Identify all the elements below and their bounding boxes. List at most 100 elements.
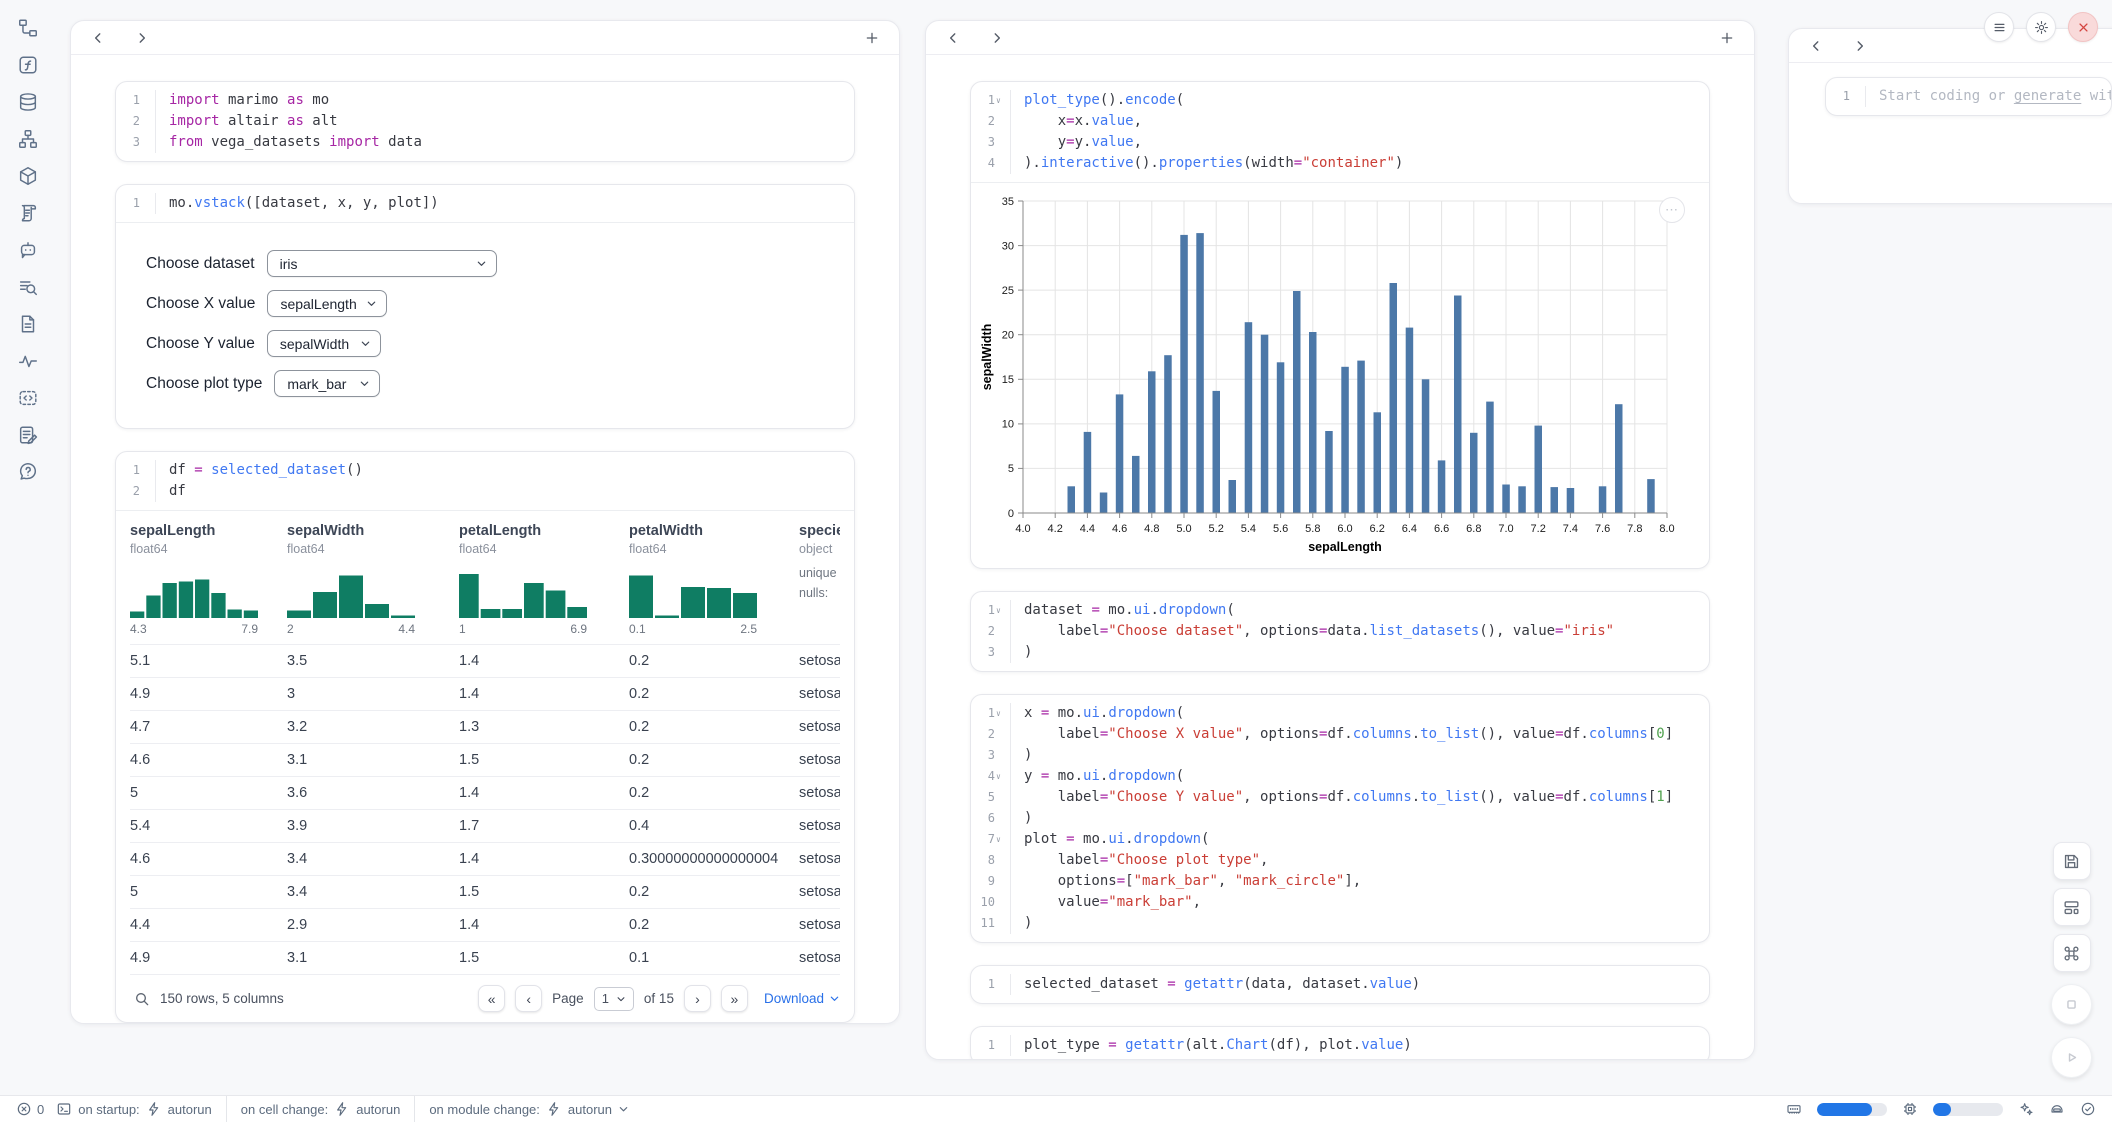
page-select[interactable]: 1	[594, 987, 634, 1011]
download-button[interactable]: Download	[764, 991, 840, 1006]
column-header-sepalwidth[interactable]: sepalWidthfloat6424.4	[287, 523, 459, 636]
chatbot-icon[interactable]	[16, 238, 40, 262]
selected-dataset-cell[interactable]: 1selected_dataset = getattr(data, datase…	[970, 965, 1710, 1004]
table-summary: 150 rows, 5 columns	[160, 991, 284, 1006]
table-row[interactable]: 5.13.51.40.2setosa	[130, 644, 840, 677]
ai-sparkles-icon[interactable]	[2018, 1101, 2034, 1117]
column-header-petalwidth[interactable]: petalWidthfloat640.12.5	[629, 523, 799, 636]
dataset-dropdown-cell[interactable]: 1∨dataset = mo.ui.dropdown(2 label="Choo…	[970, 591, 1710, 672]
keyboard-shortcuts-icon[interactable]	[2053, 934, 2091, 972]
code-text: dataset = mo.ui.dropdown(	[1011, 600, 1235, 621]
chevron-right-icon[interactable]	[986, 27, 1008, 49]
code-editor[interactable]: 1∨dataset = mo.ui.dropdown(2 label="Choo…	[971, 592, 1709, 671]
document-icon[interactable]	[16, 312, 40, 336]
menu-icon[interactable]	[1984, 12, 2014, 42]
stop-icon[interactable]	[2051, 984, 2092, 1025]
logs-icon[interactable]	[16, 201, 40, 225]
last-page-button[interactable]: »	[721, 985, 748, 1012]
chevron-right-icon[interactable]	[1849, 35, 1871, 57]
xy-plot-dropdowns-cell[interactable]: 1∨x = mo.ui.dropdown(2 label="Choose X v…	[970, 694, 1710, 943]
runtime-config-on-startup-[interactable]: on startup:autorun	[72, 1101, 218, 1117]
save-icon[interactable]	[2053, 842, 2091, 880]
close-icon[interactable]	[2068, 12, 2098, 42]
chevron-down-icon	[468, 258, 487, 269]
chart-options-icon[interactable]: ⋯	[1659, 197, 1685, 223]
table-row[interactable]: 5.43.91.70.4setosa	[130, 809, 840, 842]
errors-indicator[interactable]: 0	[16, 1101, 44, 1117]
scratchpad-icon[interactable]	[16, 423, 40, 447]
choose-plot-type-select[interactable]: mark_bar	[274, 370, 380, 397]
fold-chevron-icon[interactable]: ∨	[996, 766, 1004, 787]
plot-type-cell[interactable]: 1plot_type = getattr(alt.Chart(df), plot…	[970, 1026, 1710, 1059]
chevron-left-icon[interactable]	[1805, 35, 1827, 57]
column-histogram	[130, 568, 258, 618]
choose-dataset-select[interactable]: iris	[267, 250, 497, 277]
svg-text:7.8: 7.8	[1627, 523, 1642, 535]
svg-text:sepalWidth: sepalWidth	[980, 324, 994, 391]
package-icon[interactable]	[16, 164, 40, 188]
add-cell-icon[interactable]	[861, 27, 883, 49]
terminal-icon[interactable]	[56, 1101, 72, 1117]
svg-text:0: 0	[1008, 508, 1014, 520]
code-editor[interactable]: 1∨x = mo.ui.dropdown(2 label="Choose X v…	[971, 695, 1709, 942]
table-row[interactable]: 4.73.21.30.2setosa	[130, 710, 840, 743]
svg-text:6.0: 6.0	[1337, 523, 1352, 535]
help-icon[interactable]	[16, 460, 40, 484]
function-icon[interactable]	[16, 53, 40, 77]
snippets-icon[interactable]	[16, 386, 40, 410]
empty-cell[interactable]: 1Start coding or generate with	[1825, 77, 2112, 116]
column-header-species[interactable]: speciesobjectuniquenulls:	[799, 523, 840, 636]
window-actions	[1984, 12, 2098, 42]
layout-icon[interactable]	[2053, 888, 2091, 926]
table-row[interactable]: 53.41.50.2setosa	[130, 875, 840, 908]
code-editor[interactable]: 1import marimo as mo2import altair as al…	[116, 82, 854, 161]
fold-chevron-icon[interactable]: ∨	[996, 600, 1004, 621]
code-editor[interactable]: 1df = selected_dataset()2df	[116, 452, 854, 510]
table-row[interactable]: 53.61.40.2setosa	[130, 776, 840, 809]
fold-chevron-icon[interactable]: ∨	[996, 703, 1004, 724]
chevron-left-icon[interactable]	[87, 27, 109, 49]
plot-cell[interactable]: 1∨plot_type().encode(2 x=x.value,3 y=y.v…	[970, 81, 1710, 569]
svg-text:5.6: 5.6	[1273, 523, 1288, 535]
add-cell-icon[interactable]	[1716, 27, 1738, 49]
dataframe-cell[interactable]: 1df = selected_dataset()2df sepalLengthfl…	[115, 451, 855, 1023]
search-icon[interactable]	[134, 991, 150, 1007]
imports-cell[interactable]: 1import marimo as mo2import altair as al…	[115, 81, 855, 162]
file-tree-icon[interactable]	[16, 16, 40, 40]
code-editor[interactable]: 1plot_type = getattr(alt.Chart(df), plot…	[971, 1027, 1709, 1059]
choose-y-value-select[interactable]: sepalWidth	[267, 330, 381, 357]
previous-page-button[interactable]: ‹	[515, 985, 542, 1012]
activity-icon[interactable]	[16, 349, 40, 373]
vstack-cell[interactable]: 1mo.vstack([dataset, x, y, plot])Choose …	[115, 184, 855, 429]
column-header-sepallength[interactable]: sepalLengthfloat644.37.9	[130, 523, 287, 636]
bar-chart[interactable]: 4.04.24.44.64.85.05.25.45.65.86.06.26.46…	[977, 193, 1683, 559]
first-page-button[interactable]: «	[478, 985, 505, 1012]
copilot-icon[interactable]	[2049, 1101, 2065, 1117]
table-row[interactable]: 4.42.91.40.2setosa	[130, 908, 840, 941]
gear-icon[interactable]	[2026, 12, 2056, 42]
fold-chevron-icon[interactable]: ∨	[996, 90, 1004, 111]
database-icon[interactable]	[16, 90, 40, 114]
code-editor[interactable]: 1mo.vstack([dataset, x, y, plot])	[116, 185, 854, 222]
code-editor[interactable]: 1∨plot_type().encode(2 x=x.value,3 y=y.v…	[971, 82, 1709, 182]
column-header-petallength[interactable]: petalLengthfloat6416.9	[459, 523, 629, 636]
connection-check-icon[interactable]	[2080, 1101, 2096, 1117]
table-row[interactable]: 4.63.41.40.30000000000000004setosa	[130, 842, 840, 875]
run-all-icon[interactable]	[2051, 1037, 2092, 1078]
runtime-config-on-module-change-[interactable]: on module change:autorun	[423, 1101, 635, 1117]
code-editor[interactable]: 1Start coding or generate with	[1826, 78, 2111, 115]
fold-chevron-icon[interactable]: ∨	[996, 829, 1004, 850]
table-row[interactable]: 4.93.11.50.1setosa	[130, 941, 840, 974]
choose-x-value-select[interactable]: sepalLength	[267, 290, 387, 317]
code-text: x=x.value,	[1011, 111, 1142, 132]
table-row[interactable]: 4.63.11.50.2setosa	[130, 743, 840, 776]
code-editor[interactable]: 1selected_dataset = getattr(data, datase…	[971, 966, 1709, 1003]
table-row[interactable]: 4.931.40.2setosa	[130, 677, 840, 710]
search-list-icon[interactable]	[16, 275, 40, 299]
next-page-button[interactable]: ›	[684, 985, 711, 1012]
runtime-config-on-cell-change-[interactable]: on cell change:autorun	[235, 1101, 407, 1117]
divider	[414, 1096, 415, 1122]
chevron-right-icon[interactable]	[131, 27, 153, 49]
dependency-graph-icon[interactable]	[16, 127, 40, 151]
chevron-left-icon[interactable]	[942, 27, 964, 49]
